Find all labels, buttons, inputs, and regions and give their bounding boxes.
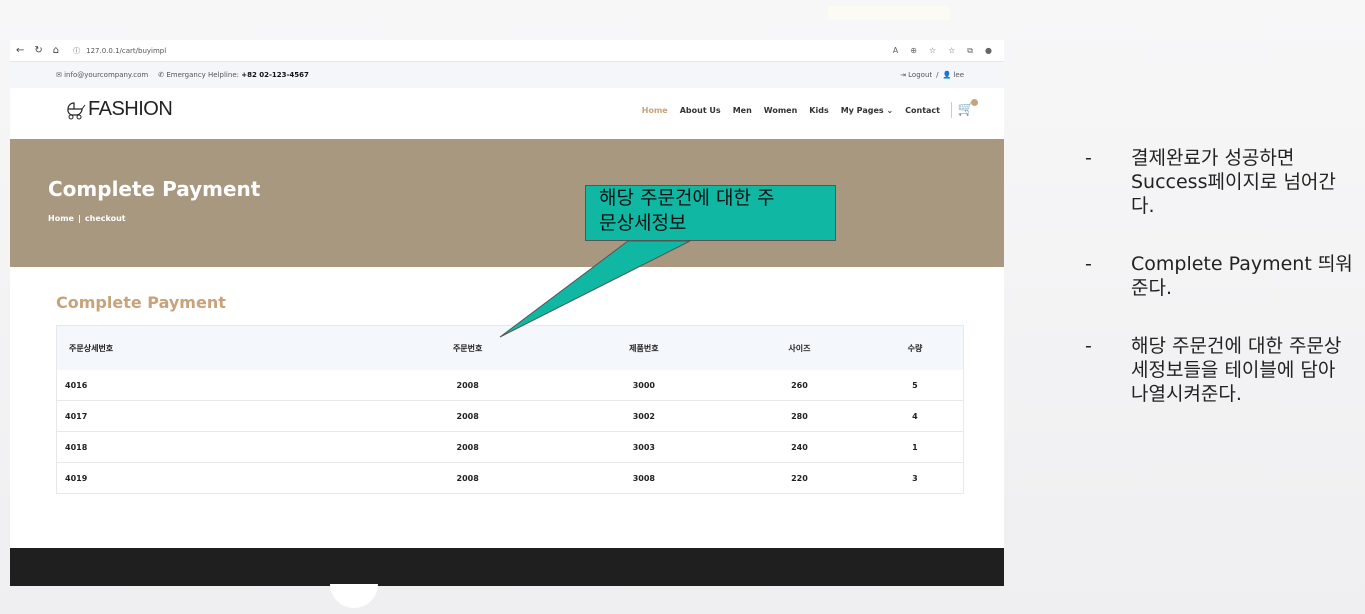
note-item: - Complete Payment 띄워준다. [1085, 252, 1357, 300]
note-bullet: - [1085, 147, 1092, 169]
note-text: 결제완료가 성공하면 Success페이지로 넘어간다. [1131, 147, 1336, 217]
site-logo[interactable]: FASHION [64, 98, 173, 121]
zoom-icon[interactable]: ⊕ [910, 46, 917, 56]
table-cell: 3 [866, 462, 964, 494]
back-arrow-icon[interactable]: ← [16, 45, 24, 56]
browser-toolbar: ← ↻ ⌂ ⓘ 127.0.0.1/cart/buyimpl A ⊕ ☆ ☆ ⧉… [10, 40, 1004, 62]
note-text: 해당 주문건에 대한 주문상세정보들을 테이블에 담아 나열시켜준다. [1131, 335, 1342, 405]
breadcrumb: Home | checkout [48, 214, 126, 223]
table-header-row: 주문상세번호 주문번호 제품번호 사이즈 수량 [56, 325, 964, 370]
table-cell: 2008 [379, 400, 556, 432]
table-cell: 2008 [379, 431, 556, 463]
table-cell: 260 [731, 370, 867, 401]
profile-icon[interactable]: ● [985, 46, 992, 56]
column-header: 주문상세번호 [56, 325, 380, 370]
table-cell: 280 [731, 400, 867, 432]
menu-kids[interactable]: Kids [809, 106, 828, 115]
content-title: Complete Payment [56, 293, 226, 312]
menu-home[interactable]: Home [642, 106, 668, 115]
table-cell: 3008 [555, 462, 732, 494]
user-link[interactable]: 👤 lee [942, 71, 964, 79]
table-cell: 3003 [555, 431, 732, 463]
site-footer [10, 548, 1004, 586]
banner-title: Complete Payment [48, 177, 261, 201]
table-cell: 1 [866, 431, 964, 463]
table-cell: 2008 [379, 370, 556, 401]
stroller-icon [67, 101, 86, 119]
column-header: 사이즈 [731, 325, 867, 370]
note-item: - 해당 주문건에 대한 주문상세정보들을 테이블에 담아 나열시켜준다. [1085, 334, 1357, 406]
refresh-icon[interactable]: ↻ [34, 45, 42, 56]
email-info: ✉ info@yourcompany.com [56, 71, 149, 79]
breadcrumb-home[interactable]: Home [48, 214, 74, 223]
slide-notes: - 결제완료가 성공하면 Success페이지로 넘어간다. - Complet… [1085, 146, 1357, 440]
chevron-down-icon: ⌄ [886, 106, 894, 115]
info-icon: ⓘ [73, 46, 81, 55]
table-cell: 4017 [56, 400, 380, 432]
table-cell: 4019 [56, 462, 380, 494]
menu-women[interactable]: Women [764, 106, 798, 115]
url-text: 127.0.0.1/cart/buyimpl [86, 46, 167, 55]
top-info-bar: ✉ info@yourcompany.com ✆ Emergancy Helpl… [10, 62, 1004, 88]
helpline-info: ✆ Emergancy Helpline: +82 02-123-4567 [158, 71, 309, 79]
table-cell: 3002 [555, 400, 732, 432]
table-cell: 220 [731, 462, 867, 494]
logo-text: FASHION [88, 98, 173, 120]
topbar-separator: / [936, 71, 939, 79]
read-aloud-icon[interactable]: A [893, 46, 898, 56]
column-header: 주문번호 [379, 325, 556, 370]
table-cell: 4016 [56, 370, 380, 401]
breadcrumb-current: checkout [84, 214, 126, 223]
logout-link[interactable]: ⇥ Logout [900, 71, 932, 79]
table-cell: 4018 [56, 431, 380, 463]
mail-icon: ✉ [56, 71, 65, 79]
site-header: FASHION Home About Us Men Women Kids My … [10, 88, 1004, 139]
menu-men[interactable]: Men [733, 106, 752, 115]
table-row: 4019 2008 3008 220 3 [56, 462, 964, 494]
menu-about[interactable]: About Us [680, 106, 721, 115]
menu-my-pages[interactable]: My Pages ⌄ [841, 106, 893, 115]
column-header: 수량 [866, 325, 964, 370]
decorative-circle [330, 584, 378, 608]
page-banner: Complete Payment Home | checkout [10, 139, 1004, 267]
main-menu: Home About Us Men Women Kids My Pages ⌄ … [642, 106, 940, 115]
note-bullet: - [1085, 253, 1092, 275]
favorites-list-icon[interactable]: ☆ [948, 46, 955, 56]
menu-contact[interactable]: Contact [905, 106, 940, 115]
table-cell: 5 [866, 370, 964, 401]
note-bullet: - [1085, 335, 1092, 357]
note-item: - 결제완료가 성공하면 Success페이지로 넘어간다. [1085, 146, 1357, 218]
browser-tools: A ⊕ ☆ ☆ ⧉ ● [893, 46, 992, 56]
address-bar[interactable]: ⓘ 127.0.0.1/cart/buyimpl [73, 46, 166, 56]
note-text: Complete Payment 띄워준다. [1131, 253, 1353, 299]
menu-divider [951, 102, 952, 118]
user-icon: 👤 [942, 71, 954, 79]
table-cell: 2008 [379, 462, 556, 494]
home-icon[interactable]: ⌂ [53, 45, 59, 56]
callout-line: 해당 주문건에 대한 주 [599, 187, 775, 209]
logout-icon: ⇥ [900, 71, 909, 79]
browser-nav: ← ↻ ⌂ [16, 45, 59, 56]
cart-badge [971, 99, 978, 106]
collections-icon[interactable]: ⧉ [967, 46, 973, 56]
order-detail-table: 주문상세번호 주문번호 제품번호 사이즈 수량 4016 2008 3000 2… [56, 325, 964, 494]
breadcrumb-separator: | [77, 214, 81, 223]
favorite-icon[interactable]: ☆ [929, 46, 936, 56]
cart-icon[interactable]: 🛒 [958, 99, 978, 117]
decorative-strip [828, 6, 950, 20]
callout-line: 문상세정보 [599, 212, 687, 234]
table-cell: 4 [866, 400, 964, 432]
table-row: 4018 2008 3003 240 1 [56, 431, 964, 463]
browser-screenshot: ← ↻ ⌂ ⓘ 127.0.0.1/cart/buyimpl A ⊕ ☆ ☆ ⧉… [10, 40, 1004, 586]
table-cell: 3000 [555, 370, 732, 401]
annotation-callout: 해당 주문건에 대한 주 문상세정보 [585, 185, 836, 241]
column-header: 제품번호 [555, 325, 732, 370]
table-cell: 240 [731, 431, 867, 463]
table-row: 4016 2008 3000 260 5 [56, 370, 964, 401]
table-row: 4017 2008 3002 280 4 [56, 400, 964, 432]
